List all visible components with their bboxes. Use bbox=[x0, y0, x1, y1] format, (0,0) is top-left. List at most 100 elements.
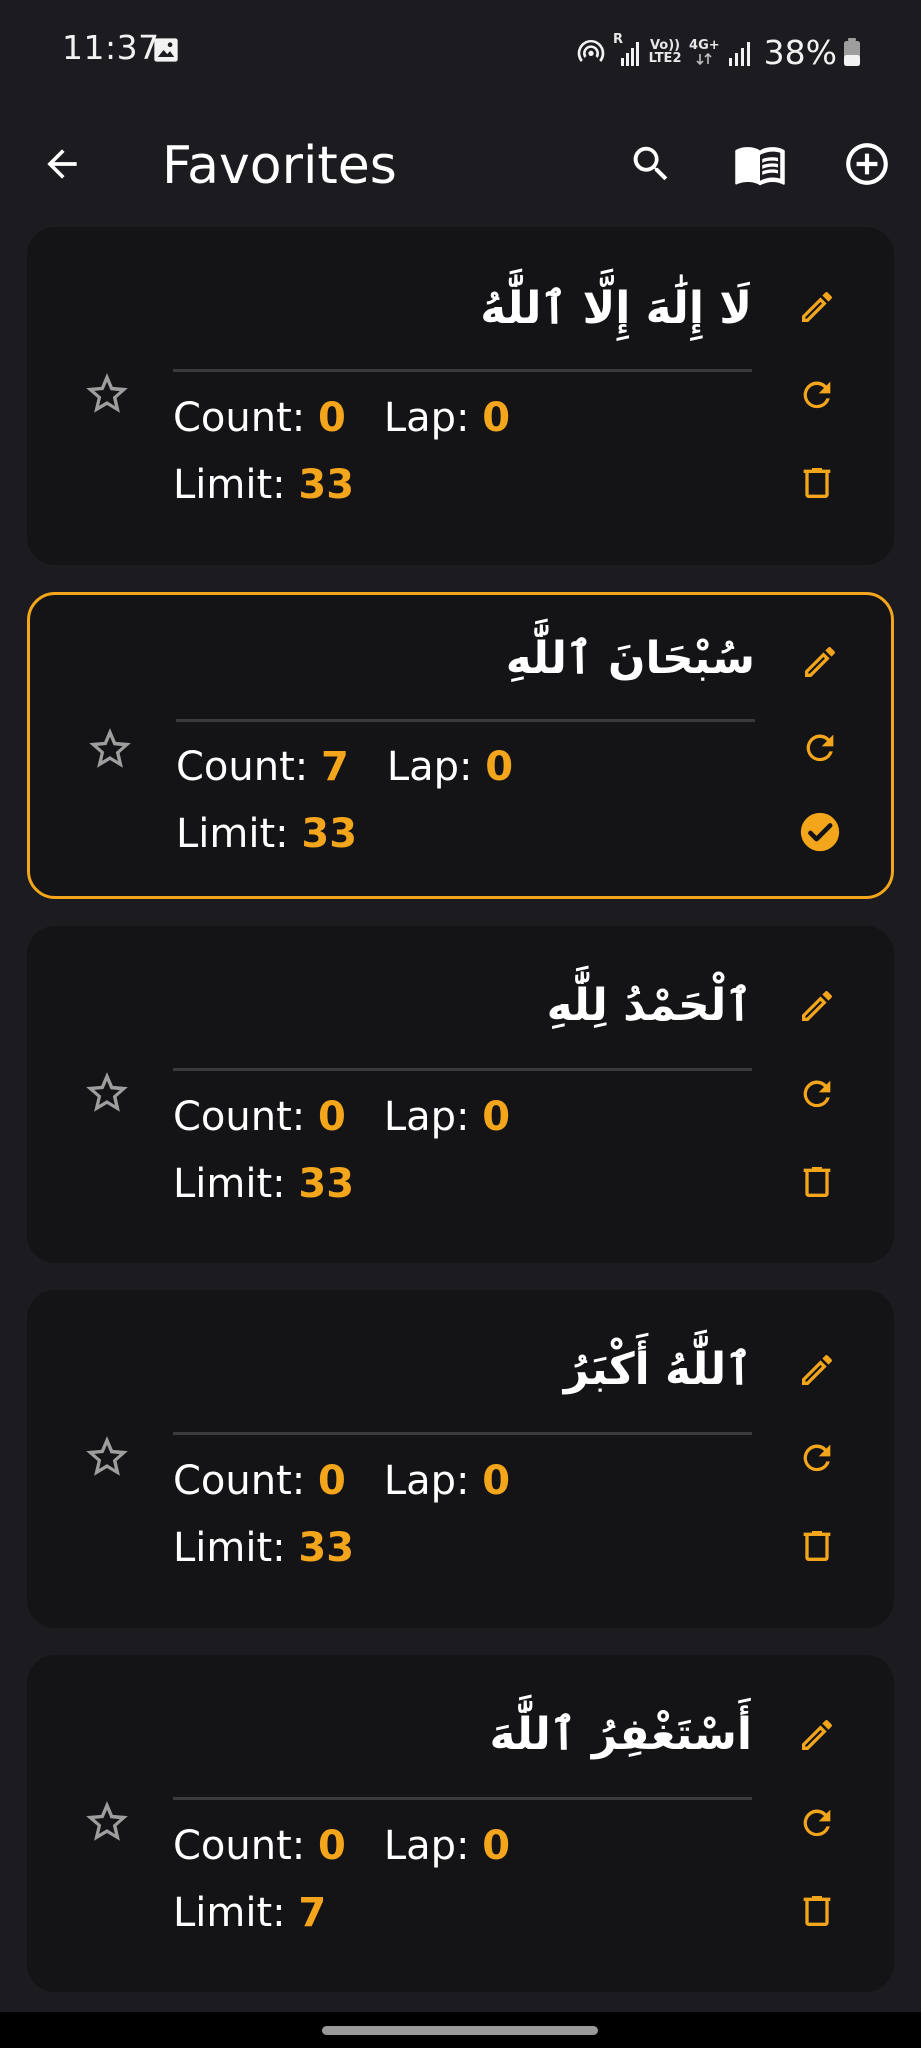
status-bar: 11:37 R Vo)) LTE2 4G+ 38% bbox=[0, 0, 921, 104]
limit-value: 33 bbox=[301, 811, 358, 857]
edit-button[interactable] bbox=[789, 1709, 845, 1765]
count-label: Count: bbox=[176, 744, 321, 790]
refresh-icon bbox=[797, 1803, 837, 1847]
lap-label: Lap: bbox=[383, 1094, 483, 1140]
add-circle-icon bbox=[842, 139, 892, 193]
divider bbox=[173, 1432, 752, 1435]
favorite-button[interactable] bbox=[83, 724, 137, 778]
refresh-icon bbox=[797, 1074, 837, 1118]
reset-button[interactable] bbox=[792, 722, 848, 778]
lap-label: Lap: bbox=[383, 1458, 483, 1504]
complete-button[interactable] bbox=[792, 806, 848, 862]
photo-icon bbox=[152, 36, 180, 64]
divider bbox=[173, 369, 752, 372]
limit-line: Limit: 33 bbox=[173, 461, 354, 509]
count-lap-line: Count: 0 Lap: 0 bbox=[173, 1822, 510, 1870]
limit-line: Limit: 7 bbox=[173, 1889, 326, 1937]
reset-button[interactable] bbox=[789, 1068, 845, 1124]
count-value: 0 bbox=[317, 1094, 346, 1140]
battery-percent: 38% bbox=[763, 32, 837, 72]
dhikr-text: لَا إِلَٰهَ إِلَّا ٱللَّٰهُ bbox=[480, 283, 752, 334]
dhikr-card[interactable]: لَا إِلَٰهَ إِلَّا ٱللَّٰهُ Count: 0 Lap:… bbox=[27, 227, 894, 565]
status-icons: R Vo)) LTE2 4G+ 38% bbox=[575, 28, 861, 76]
dhikr-card[interactable]: ٱلْحَمْدُ لِلَّٰهِ Count: 0 Lap: 0 Limit:… bbox=[27, 926, 894, 1263]
edit-pencil-icon bbox=[797, 986, 837, 1030]
favorite-button[interactable] bbox=[80, 1797, 134, 1851]
home-gesture-handle[interactable] bbox=[322, 2026, 598, 2035]
star-outline-icon bbox=[82, 1068, 132, 1122]
volte-label: Vo)) LTE2 bbox=[648, 38, 682, 66]
library-button[interactable] bbox=[728, 134, 792, 198]
count-value: 0 bbox=[317, 395, 346, 441]
back-button[interactable] bbox=[30, 134, 94, 198]
edit-pencil-icon bbox=[800, 642, 840, 686]
favorite-button[interactable] bbox=[80, 1432, 134, 1486]
lap-label: Lap: bbox=[383, 395, 483, 441]
count-lap-line: Count: 7 Lap: 0 bbox=[176, 743, 513, 791]
reset-button[interactable] bbox=[789, 1432, 845, 1488]
count-label: Count: bbox=[173, 395, 318, 441]
battery-icon bbox=[843, 36, 861, 68]
edit-button[interactable] bbox=[792, 636, 848, 692]
page-title: Favorites bbox=[162, 136, 397, 196]
count-label: Count: bbox=[173, 1823, 318, 1869]
hotspot-icon bbox=[575, 36, 607, 68]
limit-label: Limit: bbox=[176, 811, 302, 857]
reset-button[interactable] bbox=[789, 369, 845, 425]
delete-icon bbox=[797, 463, 837, 507]
favorite-button[interactable] bbox=[80, 1068, 134, 1122]
count-lap-line: Count: 0 Lap: 0 bbox=[173, 1457, 510, 1505]
limit-line: Limit: 33 bbox=[173, 1524, 354, 1572]
dhikr-card[interactable]: ٱللَّٰهُ أَكْبَرُ Count: 0 Lap: 0 Limit: … bbox=[27, 1290, 894, 1628]
roaming-label: R bbox=[613, 32, 624, 47]
delete-icon bbox=[797, 1891, 837, 1935]
count-label: Count: bbox=[173, 1094, 318, 1140]
lap-label: Lap: bbox=[383, 1823, 483, 1869]
limit-value: 33 bbox=[298, 1525, 355, 1571]
edit-button[interactable] bbox=[789, 1344, 845, 1400]
network-label: 4G+ bbox=[689, 37, 720, 53]
divider bbox=[176, 719, 755, 722]
delete-button[interactable] bbox=[789, 1520, 845, 1576]
refresh-icon bbox=[797, 1438, 837, 1482]
lap-value: 0 bbox=[482, 1458, 511, 1504]
edit-button[interactable] bbox=[789, 281, 845, 337]
add-button[interactable] bbox=[835, 134, 899, 198]
dhikr-text: أَسْتَغْفِرُ ٱللَّٰهَ bbox=[489, 1709, 752, 1760]
search-icon bbox=[628, 141, 674, 191]
star-outline-icon bbox=[82, 369, 132, 423]
limit-label: Limit: bbox=[173, 1525, 299, 1571]
star-outline-icon bbox=[82, 1797, 132, 1851]
limit-line: Limit: 33 bbox=[173, 1160, 354, 1208]
dhikr-card-selected[interactable]: سُبْحَانَ ٱللَّٰهِ Count: 7 Lap: 0 Limit:… bbox=[27, 592, 894, 899]
app-bar: Favorites bbox=[0, 104, 921, 228]
refresh-icon bbox=[800, 728, 840, 772]
delete-icon bbox=[797, 1526, 837, 1570]
star-outline-icon bbox=[85, 724, 135, 778]
reset-button[interactable] bbox=[789, 1797, 845, 1853]
divider bbox=[173, 1797, 752, 1800]
count-value: 0 bbox=[317, 1823, 346, 1869]
network-type: 4G+ bbox=[689, 39, 720, 66]
book-icon bbox=[733, 137, 787, 195]
limit-line: Limit: 33 bbox=[176, 810, 357, 858]
count-label: Count: bbox=[173, 1458, 318, 1504]
signal-icon bbox=[726, 36, 754, 68]
limit-label: Limit: bbox=[173, 1161, 299, 1207]
count-value: 7 bbox=[320, 744, 349, 790]
system-nav-bar bbox=[0, 2012, 921, 2048]
delete-button[interactable] bbox=[789, 457, 845, 513]
refresh-icon bbox=[797, 375, 837, 419]
signal-icon: R bbox=[613, 32, 641, 68]
delete-button[interactable] bbox=[789, 1885, 845, 1941]
divider bbox=[173, 1068, 752, 1071]
lap-value: 0 bbox=[482, 395, 511, 441]
edit-button[interactable] bbox=[789, 980, 845, 1036]
limit-value: 33 bbox=[298, 462, 355, 508]
delete-button[interactable] bbox=[789, 1156, 845, 1212]
limit-label: Limit: bbox=[173, 1890, 299, 1936]
dhikr-card[interactable]: أَسْتَغْفِرُ ٱللَّٰهَ Count: 0 Lap: 0 Lim… bbox=[27, 1655, 894, 1992]
lap-value: 0 bbox=[482, 1823, 511, 1869]
favorite-button[interactable] bbox=[80, 369, 134, 423]
search-button[interactable] bbox=[619, 134, 683, 198]
